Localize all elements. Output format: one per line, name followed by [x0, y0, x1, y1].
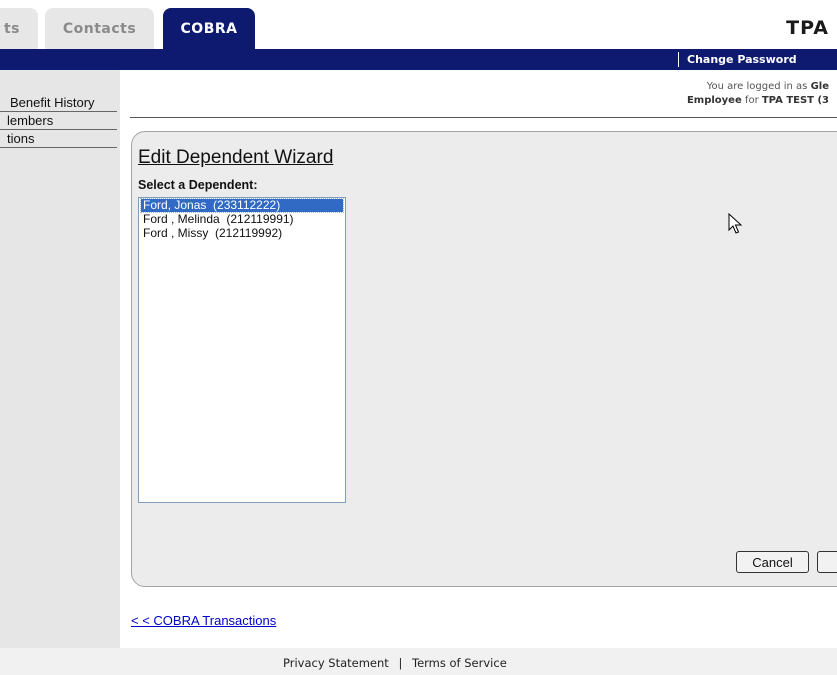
privacy-statement-link[interactable]: Privacy Statement: [283, 656, 389, 670]
terms-of-service-link[interactable]: Terms of Service: [412, 656, 507, 670]
login-prefix: You are logged in as: [706, 81, 811, 92]
tab-partial[interactable]: ts: [0, 8, 38, 49]
dependent-option[interactable]: Ford, Jonas (233112222): [140, 198, 344, 213]
tab-label: COBRA: [180, 20, 238, 37]
sidebar-item-label: tions: [7, 131, 35, 146]
next-button[interactable]: [817, 551, 837, 573]
tab-contacts[interactable]: Contacts: [45, 8, 154, 49]
brand-logo: TPA: [786, 17, 829, 39]
sidebar-item-members[interactable]: lembers: [0, 112, 117, 130]
login-user: Gle: [810, 81, 829, 92]
divider: [130, 117, 837, 118]
login-for: for: [741, 95, 762, 106]
dependent-option[interactable]: Ford , Melinda (212119991): [141, 213, 343, 226]
divider: [678, 52, 679, 67]
sidebar-item-label: Benefit History: [10, 95, 95, 110]
sidebar: Benefit History lembers tions: [0, 70, 120, 648]
select-dependent-label: Select a Dependent:: [138, 178, 258, 192]
change-password-link[interactable]: Change Password: [687, 53, 797, 66]
login-info: You are logged in as Gle Employee for TP…: [687, 80, 829, 108]
login-org: TPA TEST (3: [761, 95, 829, 106]
page-title: Edit Dependent Wizard: [138, 147, 334, 168]
login-role: Employee: [686, 95, 742, 106]
footer: Privacy Statement | Terms of Service: [0, 648, 837, 675]
tab-cobra[interactable]: COBRA: [163, 8, 255, 49]
tab-label: Contacts: [62, 20, 137, 37]
cancel-button[interactable]: Cancel: [736, 551, 809, 573]
sidebar-item-label: lembers: [7, 113, 54, 128]
footer-separator: |: [398, 656, 403, 670]
dependent-option[interactable]: Ford , Missy (212119992): [141, 227, 343, 240]
sidebar-item-benefit-history[interactable]: Benefit History: [0, 94, 117, 112]
dependent-listbox[interactable]: Ford, Jonas (233112222) Ford , Melinda (…: [138, 197, 346, 503]
sidebar-item-transactions[interactable]: tions: [0, 130, 117, 148]
tab-label: ts: [3, 20, 21, 37]
cobra-transactions-link[interactable]: < < COBRA Transactions: [131, 613, 276, 628]
top-nav-bar: Change Password: [0, 49, 837, 70]
mouse-cursor-icon: [728, 213, 742, 234]
